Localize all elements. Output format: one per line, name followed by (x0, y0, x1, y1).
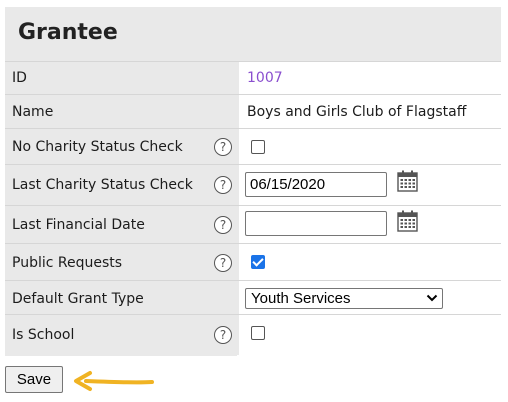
no-charity-status-check-checkbox[interactable] (251, 140, 265, 154)
last-charity-status-check-input[interactable]: 06/15/2020 (245, 172, 387, 197)
label-name: Name (12, 104, 54, 120)
label-default-grant-type: Default Grant Type (12, 291, 144, 307)
help-icon[interactable]: ? (214, 176, 232, 194)
default-grant-type-select[interactable]: Youth Services (245, 288, 443, 309)
row-default-grant-type: Default Grant Type Youth Services (5, 280, 501, 315)
row-name: Name Boys and Girls Club of Flagstaff (5, 94, 501, 129)
label-id: ID (12, 70, 27, 86)
grantee-name-value: Boys and Girls Club of Flagstaff (247, 104, 467, 120)
is-school-checkbox[interactable] (251, 326, 265, 340)
save-button[interactable]: Save (5, 366, 63, 393)
calendar-icon[interactable] (397, 170, 418, 192)
row-last-financial-date: Last Financial Date ? (5, 205, 501, 244)
chevron-down-icon (426, 294, 438, 302)
label-last-financial-date: Last Financial Date (12, 217, 145, 233)
public-requests-checkbox[interactable] (251, 255, 265, 269)
help-icon[interactable]: ? (214, 254, 232, 272)
label-is-school: Is School (12, 327, 75, 343)
grantee-id-link[interactable]: 1007 (247, 70, 283, 86)
help-icon[interactable]: ? (214, 138, 232, 156)
calendar-icon[interactable] (397, 210, 418, 232)
row-no-charity-status-check: No Charity Status Check ? (5, 128, 501, 165)
arrow-left-icon (74, 371, 154, 391)
row-last-charity-status-check: Last Charity Status Check ? 06/15/2020 (5, 164, 501, 206)
help-icon[interactable]: ? (214, 326, 232, 344)
help-icon[interactable]: ? (214, 216, 232, 234)
row-id: ID 1007 (5, 61, 501, 95)
row-public-requests: Public Requests ? (5, 243, 501, 281)
last-financial-date-input[interactable] (245, 211, 387, 236)
row-is-school: Is School ? (5, 314, 501, 356)
panel-title: Grantee (18, 20, 118, 45)
label-no-charity-status-check: No Charity Status Check (12, 139, 183, 155)
label-last-charity-status-check: Last Charity Status Check (12, 177, 193, 193)
default-grant-type-selected: Youth Services (251, 290, 351, 307)
label-public-requests: Public Requests (12, 255, 123, 271)
